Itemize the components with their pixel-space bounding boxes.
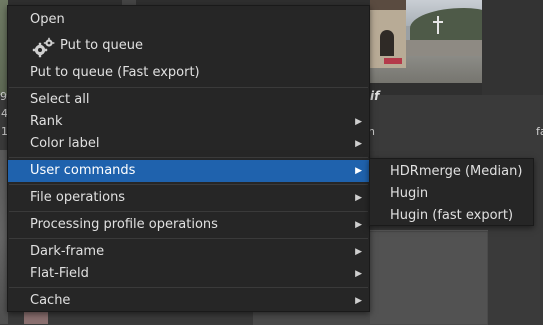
menu-item-put-to-queue[interactable]: Put to queue <box>8 35 369 58</box>
gear-icon <box>32 37 55 58</box>
submenu-arrow-icon: ▶ <box>355 269 362 279</box>
menu-item-label: Processing profile operations <box>30 217 218 232</box>
photo-flowers <box>384 58 402 64</box>
thumbnail-caption-fragment: 9 <box>0 90 7 103</box>
menu-separator <box>9 287 368 288</box>
menu-item-select-all[interactable]: Select all <box>8 89 369 111</box>
thumbnail-church-photo[interactable] <box>370 0 482 83</box>
submenu-arrow-icon: ▶ <box>355 247 362 257</box>
menu-item-label: Select all <box>30 92 90 107</box>
menu-item-label: Cache <box>30 293 71 308</box>
photo-door <box>380 30 394 56</box>
menu-item-label: Put to queue (Fast export) <box>30 65 200 80</box>
user-commands-submenu: HDRmerge (Median) Hugin Hugin (fast expo… <box>369 158 534 226</box>
photo-cross-icon-bar <box>433 21 443 23</box>
menu-item-flat-field[interactable]: Flat-Field ▶ <box>8 263 369 285</box>
thumbnail-filename: if <box>370 89 380 103</box>
menu-separator <box>9 238 368 239</box>
menu-item-label: Flat-Field <box>30 266 89 281</box>
menu-separator <box>9 211 368 212</box>
menu-item-label: User commands <box>30 163 136 178</box>
thumbnail-panel-inner <box>370 232 487 324</box>
thumbnail-caption-fragment: fa <box>536 125 543 138</box>
submenu-item-hugin[interactable]: Hugin <box>370 183 533 205</box>
menu-item-label: Color label <box>30 136 100 151</box>
photo-roof <box>370 0 406 10</box>
menu-item-cache[interactable]: Cache ▶ <box>8 290 369 312</box>
menu-item-label: Rank <box>30 114 63 129</box>
menu-item-put-to-queue-fast[interactable]: Put to queue (Fast export) <box>8 62 369 84</box>
menu-item-dark-frame[interactable]: Dark-frame ▶ <box>8 241 369 263</box>
menu-item-file-operations[interactable]: File operations ▶ <box>8 187 369 209</box>
menu-item-user-commands[interactable]: User commands ▶ <box>8 160 369 182</box>
thumbnail-frame <box>482 0 543 95</box>
photo-cross-icon <box>437 16 439 34</box>
menu-item-rank[interactable]: Rank ▶ <box>8 111 369 133</box>
menu-item-label: Dark-frame <box>30 244 105 259</box>
menu-separator <box>9 157 368 158</box>
submenu-arrow-icon: ▶ <box>355 296 362 306</box>
context-menu: Open Put to queue Put to queue (Fast exp… <box>7 5 370 312</box>
thumbnail-bottom-partial[interactable] <box>24 312 48 324</box>
menu-item-label: File operations <box>30 190 126 205</box>
menu-item-processing-profile-operations[interactable]: Processing profile operations ▶ <box>8 214 369 236</box>
menu-item-label: Open <box>30 12 65 27</box>
submenu-item-hugin-fast-export[interactable]: Hugin (fast export) <box>370 205 533 227</box>
submenu-arrow-icon: ▶ <box>355 139 362 149</box>
menu-item-color-label[interactable]: Color label ▶ <box>8 133 369 155</box>
submenu-item-hdrmerge-median[interactable]: HDRmerge (Median) <box>370 161 533 183</box>
submenu-arrow-icon: ▶ <box>355 220 362 230</box>
submenu-arrow-icon: ▶ <box>355 193 362 203</box>
submenu-arrow-icon: ▶ <box>355 166 362 176</box>
menu-separator <box>9 184 368 185</box>
menu-item-open[interactable]: Open <box>8 9 369 31</box>
menu-separator <box>9 87 368 88</box>
photo-fence <box>406 40 482 56</box>
submenu-arrow-icon: ▶ <box>355 117 362 127</box>
